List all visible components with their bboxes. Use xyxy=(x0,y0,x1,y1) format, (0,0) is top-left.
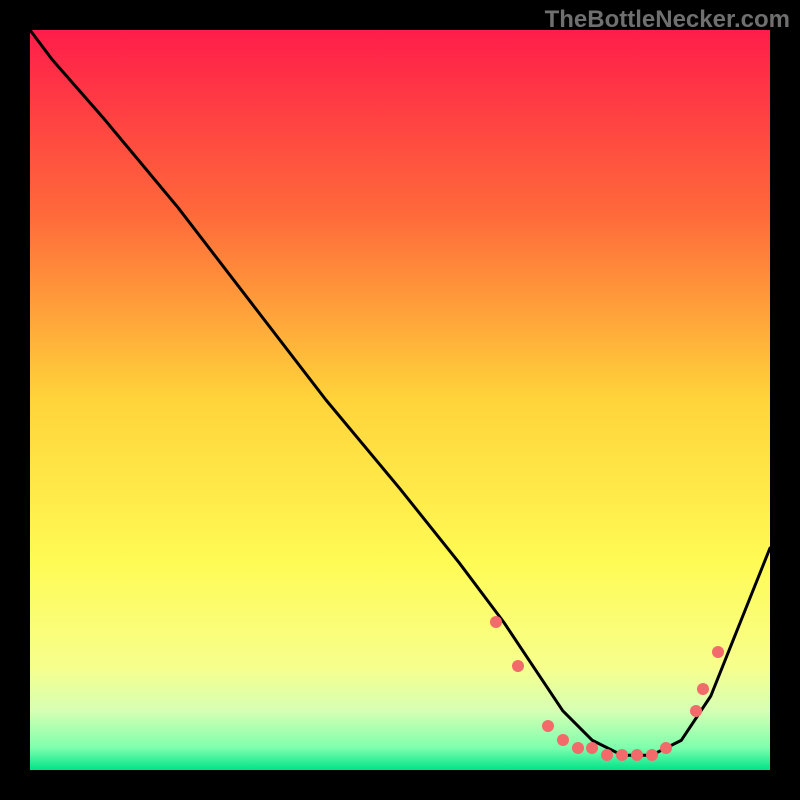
plot-area xyxy=(30,30,770,770)
chart-stage: TheBottleNecker.com xyxy=(0,0,800,800)
gradient-background xyxy=(30,30,770,770)
